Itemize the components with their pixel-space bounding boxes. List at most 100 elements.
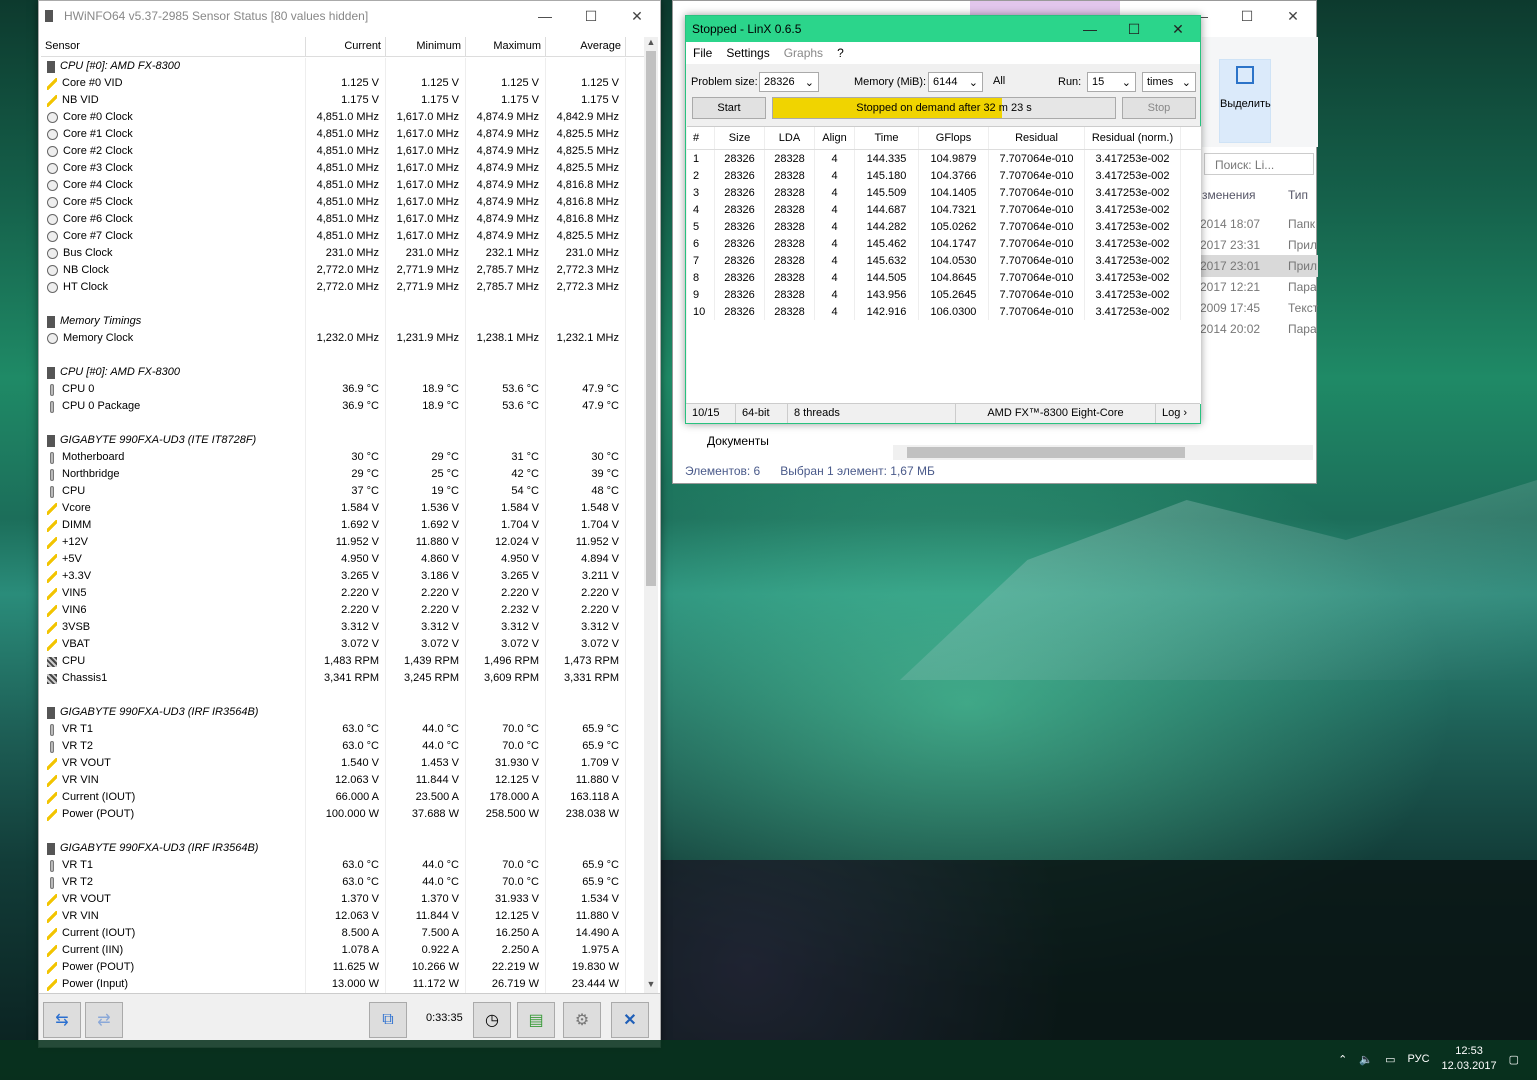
result-row[interactable]: 3 28326 28328 4 145.509 104.1405 7.707064e-010… [687,184,1201,201]
run-count-select[interactable]: 15 ⌄ [1087,72,1136,92]
close-button[interactable]: ✕ [1156,21,1200,38]
sensor-row[interactable]: VIN6 2.220 V 2.220 V 2.232 V 2.220 V [41,602,644,619]
scroll-thumb[interactable] [646,51,656,586]
sensor-row[interactable]: Core #0 Clock 4,851.0 MHz 1,617.0 MHz 4,874… [41,109,644,126]
col-header[interactable]: LDA [765,127,815,149]
clock[interactable]: 12:53 12.03.2017 [1442,1044,1497,1074]
sensor-row[interactable]: Current (IIN) 1.078 A 0.922 A 2.250 A 1.975 … [41,942,644,959]
sensor-row[interactable]: CPU 1,483 RPM 1,439 RPM 1,496 RPM 1,473 RPM [41,653,644,670]
col-sensor[interactable]: Sensor [41,37,306,56]
sidebar-item-documents[interactable]: Документы [707,434,769,448]
gear-icon[interactable]: ⚙ [563,1002,601,1038]
language-indicator[interactable]: РУС [1408,1053,1430,1065]
stop-button[interactable]: Stop [1122,97,1196,119]
minimize-button[interactable]: — [1068,21,1112,37]
sensor-row[interactable]: NB VID 1.175 V 1.175 V 1.175 V 1.175 V [41,92,644,109]
select-button[interactable]: Выделить [1219,59,1271,143]
sensor-row[interactable]: Power (POUT) 11.625 W 10.266 W 22.219 W 19.8… [41,959,644,976]
close-button[interactable]: ✕ [614,8,660,25]
sensor-row[interactable]: Core #0 VID 1.125 V 1.125 V 1.125 V 1.125 V [41,75,644,92]
sensor-row[interactable]: NB Clock 2,772.0 MHz 2,771.9 MHz 2,785.7 MH… [41,262,644,279]
scroll-up-arrow-icon[interactable]: ▲ [644,37,658,51]
sensor-row[interactable]: CPU 37 °C 19 °C 54 °C 48 °C [41,483,644,500]
horizontal-scrollbar[interactable] [893,445,1313,460]
vertical-scrollbar[interactable]: ▲ ▼ [644,37,658,993]
sensor-row[interactable]: Current (IOUT) 66.000 A 23.500 A 178.000 A1… [41,789,644,806]
sensor-row[interactable]: Current (IOUT) 8.500 A 7.500 A 16.250 A 14.4… [41,925,644,942]
sensor-row[interactable]: VR T2 63.0 °C 44.0 °C 70.0 °C 65.9 °C [41,874,644,891]
sensor-row[interactable]: +3.3V 3.265 V 3.186 V 3.265 V 3.211 V [41,568,644,585]
log-add-icon[interactable]: ▤ [517,1002,555,1038]
nav-arrows-alt-button[interactable]: ⇄ [85,1002,123,1038]
result-row[interactable]: 9 28326 28328 4 143.956 105.2645 7.707064e-010… [687,286,1201,303]
col-header[interactable]: # [687,127,715,149]
problem-size-select[interactable]: 28326 ⌄ [759,72,819,92]
scroll-down-arrow-icon[interactable]: ▼ [644,979,658,993]
col-header[interactable]: Residual [989,127,1085,149]
column-date[interactable]: зменения [1202,188,1256,202]
sensor-group[interactable]: CPU [#0]: AMD FX-8300 [41,364,644,381]
minimize-button[interactable]: — [522,8,568,24]
result-row[interactable]: 6 28326 28328 4 145.462 104.1747 7.707064e-010… [687,235,1201,252]
menu-settings[interactable]: Settings [719,46,776,60]
maximize-button[interactable]: ☐ [1224,8,1270,25]
run-unit-select[interactable]: times ⌄ [1142,72,1196,92]
sensor-row[interactable]: Vcore 1.584 V 1.536 V 1.584 V 1.548 V [41,500,644,517]
network-icon[interactable]: ⧉ [369,1002,407,1038]
sensor-row[interactable]: VIN5 2.220 V 2.220 V 2.220 V 2.220 V [41,585,644,602]
sensor-row[interactable]: VR VIN 12.063 V 11.844 V 12.125 V 11.880 V [41,772,644,789]
sensor-group[interactable]: CPU [#0]: AMD FX-8300 [41,58,644,75]
result-row[interactable]: 8 28326 28328 4 144.505 104.8645 7.707064e-010… [687,269,1201,286]
col-average[interactable]: Average [546,37,626,56]
sensor-row[interactable]: Core #3 Clock 4,851.0 MHz 1,617.0 MHz 4,874… [41,160,644,177]
all-checkbox-label[interactable]: All [993,75,1005,87]
maximize-button[interactable]: ☐ [568,8,614,25]
sensor-row[interactable]: Motherboard 30 °C 29 °C 31 °C 30 °C [41,449,644,466]
col-header[interactable]: Size [715,127,765,149]
sensor-row[interactable]: Power (POUT) 100.000 W 37.688 W 258.500 W 23… [41,806,644,823]
result-row[interactable]: 5 28326 28328 4 144.282 105.0262 7.707064e-010… [687,218,1201,235]
menu-graphs[interactable]: Graphs [777,46,830,60]
close-icon[interactable]: ✕ [611,1002,649,1038]
sensor-row[interactable]: HT Clock 2,772.0 MHz 2,771.9 MHz 2,785.7 MH… [41,279,644,296]
sensor-row[interactable]: Core #6 Clock 4,851.0 MHz 1,617.0 MHz 4,874… [41,211,644,228]
result-row[interactable]: 2 28326 28328 4 145.180 104.3766 7.707064e-010… [687,167,1201,184]
sensor-row[interactable]: Core #1 Clock 4,851.0 MHz 1,617.0 MHz 4,874… [41,126,644,143]
nav-arrows-button[interactable]: ⇆ [43,1002,81,1038]
chevron-up-icon[interactable]: ⌃ [1338,1053,1347,1066]
col-header[interactable]: Align [815,127,855,149]
sensor-row[interactable]: 3VSB 3.312 V 3.312 V 3.312 V 3.312 V [41,619,644,636]
maximize-button[interactable]: ☐ [1112,21,1156,38]
volume-icon[interactable]: 🔈 [1359,1053,1373,1066]
network-icon[interactable]: ▭ [1385,1053,1395,1066]
sensor-row[interactable]: Northbridge 29 °C 25 °C 42 °C 39 °C [41,466,644,483]
col-header[interactable]: GFlops [919,127,989,149]
col-maximum[interactable]: Maximum [466,37,546,56]
sensor-row[interactable]: VR VIN 12.063 V 11.844 V 12.125 V 11.880 V [41,908,644,925]
sensor-row[interactable]: VR VOUT 1.540 V 1.453 V 31.930 V 1.709 V [41,755,644,772]
sensor-row[interactable]: Memory Clock 1,232.0 MHz 1,231.9 MHz 1,238.… [41,330,644,347]
result-row[interactable]: 7 28326 28328 4 145.632 104.0530 7.707064e-010… [687,252,1201,269]
col-minimum[interactable]: Minimum [386,37,466,56]
clock-icon[interactable]: ◷ [473,1002,511,1038]
log-button[interactable]: Log › [1156,404,1200,423]
menu-file[interactable]: File [686,46,719,60]
sensor-row[interactable]: CPU 0 Package 36.9 °C 18.9 °C 53.6 °C 47.9 °… [41,398,644,415]
sensor-row[interactable]: Bus Clock 231.0 MHz 231.0 MHz 232.1 MHz 231.… [41,245,644,262]
sensor-row[interactable]: VR T1 63.0 °C 44.0 °C 70.0 °C 65.9 °C [41,721,644,738]
sensor-row[interactable]: DIMM 1.692 V 1.692 V 1.704 V 1.704 V [41,517,644,534]
memory-select[interactable]: 6144 ⌄ [928,72,983,92]
sensor-row[interactable]: Core #7 Clock 4,851.0 MHz 1,617.0 MHz 4,874… [41,228,644,245]
menu-help[interactable]: ? [830,46,851,60]
sensor-group[interactable]: GIGABYTE 990FXA-UD3 (IRF IR3564B) [41,704,644,721]
sensor-row[interactable]: VBAT 3.072 V 3.072 V 3.072 V 3.072 V [41,636,644,653]
result-row[interactable]: 10 28326 28328 4 142.916 106.0300 7.707064e-01… [687,303,1201,320]
sensor-row[interactable]: VR VOUT 1.370 V 1.370 V 31.933 V 1.534 V [41,891,644,908]
sensor-row[interactable]: Core #2 Clock 4,851.0 MHz 1,617.0 MHz 4,874… [41,143,644,160]
sensor-row[interactable]: Power (Input) 13.000 W 11.172 W 26.719 W 23.… [41,976,644,993]
scroll-thumb[interactable] [907,447,1185,458]
sensor-row[interactable]: VR T1 63.0 °C 44.0 °C 70.0 °C 65.9 °C [41,857,644,874]
sensor-row[interactable]: Core #5 Clock 4,851.0 MHz 1,617.0 MHz 4,874… [41,194,644,211]
search-input[interactable]: Поиск: Li... [1204,153,1314,175]
sensor-row[interactable]: Core #4 Clock 4,851.0 MHz 1,617.0 MHz 4,874… [41,177,644,194]
